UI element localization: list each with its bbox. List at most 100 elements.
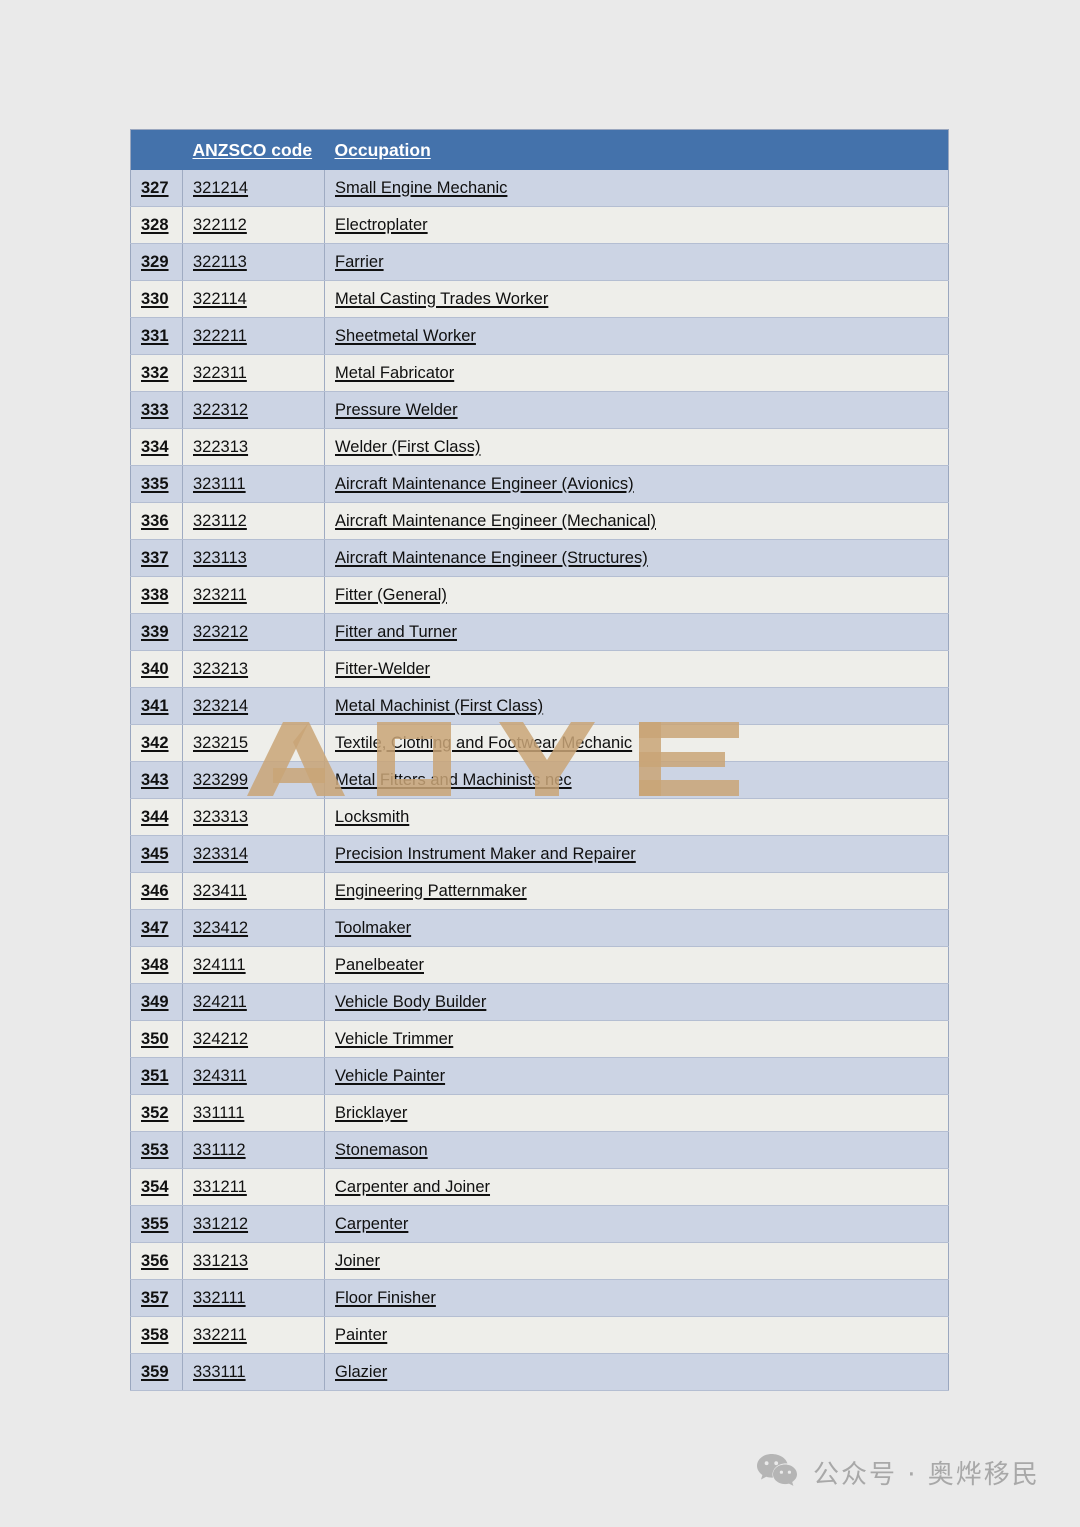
occupation-cell: Fitter (General) (324, 576, 949, 614)
occupation-cell: Painter (324, 1316, 949, 1354)
occupation-cell-text: Small Engine Mechanic (335, 178, 508, 197)
anzsco-code-cell: 323313 (182, 798, 325, 836)
occupation-cell-text: Welder (First Class) (335, 437, 481, 456)
table-row: 354 331211 Carpenter and Joiner (130, 1168, 949, 1206)
table-row: 335 323111 Aircraft Maintenance Engineer (… (130, 465, 949, 503)
occupation-cell: Stonemason (324, 1131, 949, 1169)
anzsco-code-cell-text: 331212 (193, 1214, 249, 1233)
anzsco-code-cell: 333111 (182, 1353, 325, 1391)
row-index-cell-text: 335 (141, 474, 169, 493)
table-row: 342 323215 Textile, Clothing and Footwear … (130, 724, 949, 762)
row-index-cell: 337 (130, 539, 183, 577)
table-row: 352 331111 Bricklayer (130, 1094, 949, 1132)
footer-text: 公众号 · 奥烨移民 (813, 1459, 1040, 1490)
occupation-cell-text: Vehicle Body Builder (335, 992, 487, 1011)
anzsco-code-cell-text: 324311 (193, 1066, 247, 1085)
table-row: 332 322311 Metal Fabricator (130, 354, 949, 392)
row-index-cell: 327 (130, 170, 183, 207)
anzsco-code-cell: 331213 (182, 1242, 325, 1280)
anzsco-code-cell: 323215 (182, 724, 325, 762)
anzsco-code-cell-text: 323112 (193, 511, 247, 530)
row-index-cell: 356 (130, 1242, 183, 1280)
anzsco-code-cell: 323412 (182, 909, 325, 947)
anzsco-code-cell-text: 322112 (193, 215, 247, 234)
anzsco-code-cell: 323112 (182, 502, 325, 540)
occupation-cell-text: Floor Finisher (335, 1288, 436, 1307)
occupation-cell-text: Aircraft Maintenance Engineer (Mechanica… (335, 511, 656, 530)
anzsco-code-cell: 322211 (182, 317, 325, 355)
row-index-cell: 346 (130, 872, 183, 910)
table-row: 327 321214 Small Engine Mechanic (130, 170, 949, 207)
row-index-cell-text: 340 (141, 659, 169, 678)
occupation-cell-text: Toolmaker (335, 918, 412, 937)
column-header-index (130, 129, 183, 170)
row-index-cell: 329 (130, 243, 183, 281)
occupation-cell: Vehicle Body Builder (324, 983, 949, 1021)
anzsco-code-cell-text: 323411 (193, 881, 247, 900)
table-row: 333 322312 Pressure Welder (130, 391, 949, 429)
occupation-cell-text: Fitter (General) (335, 585, 447, 604)
row-index-cell-text: 356 (141, 1251, 169, 1270)
row-index-cell: 330 (130, 280, 183, 318)
row-index-cell: 332 (130, 354, 183, 392)
row-index-cell-text: 337 (141, 548, 169, 567)
row-index-cell-text: 331 (141, 326, 169, 345)
occupation-cell: Farrier (324, 243, 949, 281)
table-row: 337 323113 Aircraft Maintenance Engineer (… (130, 539, 949, 577)
occupation-cell: Precision Instrument Maker and Repairer (324, 835, 949, 873)
row-index-cell: 350 (130, 1020, 183, 1058)
row-index-cell: 340 (130, 650, 183, 688)
anzsco-code-cell: 323299 (182, 761, 325, 799)
table-row: 348 324111 Panelbeater (130, 946, 949, 984)
occupation-cell: Bricklayer (324, 1094, 949, 1132)
occupation-cell: Aircraft Maintenance Engineer (Structure… (324, 539, 949, 577)
table-row: 331 322211 Sheetmetal Worker (130, 317, 949, 355)
anzsco-code-cell: 323211 (182, 576, 325, 614)
occupation-cell: Electroplater (324, 206, 949, 244)
occupation-cell: Aircraft Maintenance Engineer (Avionics) (324, 465, 949, 503)
occupation-cell: Vehicle Painter (324, 1057, 949, 1095)
anzsco-code-cell: 332211 (182, 1316, 325, 1354)
row-index-cell-text: 346 (141, 881, 169, 900)
anzsco-code-cell-text: 323211 (193, 585, 247, 604)
row-index-cell-text: 352 (141, 1103, 169, 1122)
occupation-cell-text: Fitter-Welder (335, 659, 431, 678)
occupation-cell-text: Aircraft Maintenance Engineer (Structure… (335, 548, 648, 567)
row-index-cell-text: 350 (141, 1029, 169, 1048)
occupation-cell: Textile, Clothing and Footwear Mechanic (324, 724, 949, 762)
anzsco-code-cell-text: 331213 (193, 1251, 249, 1270)
row-index-cell-text: 355 (141, 1214, 169, 1233)
table-row: 345 323314 Precision Instrument Maker and … (130, 835, 949, 873)
anzsco-code-cell-text: 332211 (193, 1325, 247, 1344)
table-row: 338 323211 Fitter (General) (130, 576, 949, 614)
anzsco-code-cell: 323314 (182, 835, 325, 873)
anzsco-code-cell-text: 323215 (193, 733, 249, 752)
row-index-cell: 358 (130, 1316, 183, 1354)
table-row: 340 323213 Fitter-Welder (130, 650, 949, 688)
anzsco-code-cell: 322114 (182, 280, 325, 318)
occupation-cell-text: Metal Machinist (First Class) (335, 696, 544, 715)
anzsco-code-cell: 331112 (182, 1131, 325, 1169)
row-index-cell-text: 344 (141, 807, 169, 826)
occupation-cell-text: Painter (335, 1325, 388, 1344)
anzsco-code-cell: 323113 (182, 539, 325, 577)
table-row: 357 332111 Floor Finisher (130, 1279, 949, 1317)
row-index-cell-text: 354 (141, 1177, 169, 1196)
table-row: 334 322313 Welder (First Class) (130, 428, 949, 466)
anzsco-code-cell-text: 323412 (193, 918, 249, 937)
row-index-cell-text: 328 (141, 215, 169, 234)
anzsco-code-cell: 322312 (182, 391, 325, 429)
row-index-cell: 328 (130, 206, 183, 244)
row-index-cell: 345 (130, 835, 183, 873)
anzsco-code-cell: 331111 (182, 1094, 325, 1132)
table-row: 336 323112 Aircraft Maintenance Engineer (… (130, 502, 949, 540)
table-header: ANZSCO code Occupation (130, 129, 949, 170)
occupation-table-container: ANZSCO code Occupation 327 321214 Small En… (130, 129, 949, 1391)
row-index-cell: 347 (130, 909, 183, 947)
row-index-cell-text: 343 (141, 770, 169, 789)
anzsco-code-cell: 324311 (182, 1057, 325, 1095)
anzsco-code-cell: 323111 (182, 465, 325, 503)
anzsco-code-cell-text: 322311 (193, 363, 247, 382)
anzsco-code-cell-text: 331112 (193, 1140, 246, 1159)
occupation-cell-text: Precision Instrument Maker and Repairer (335, 844, 636, 863)
